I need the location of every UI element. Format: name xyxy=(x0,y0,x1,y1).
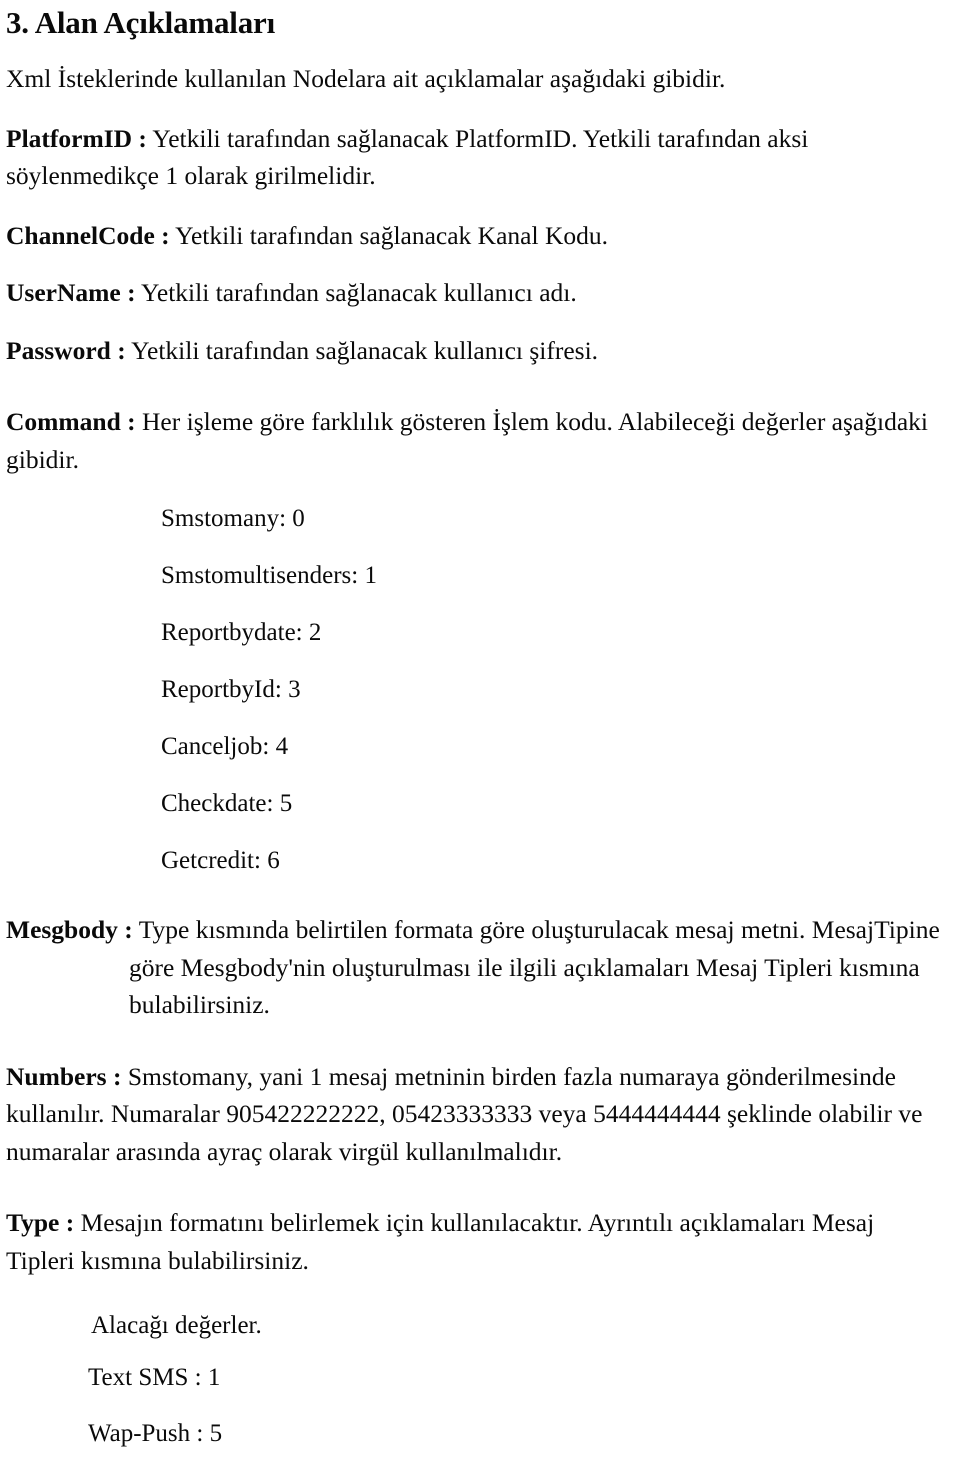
list-item: Text SMS : 1 xyxy=(6,1365,946,1421)
command-value-number: 5 xyxy=(279,790,293,818)
field-channel-code-label: ChannelCode : xyxy=(6,220,170,250)
field-numbers-label: Numbers : xyxy=(6,1061,122,1091)
type-values-intro: Alacağı değerler. xyxy=(91,1312,262,1340)
list-item: Smstomultisenders: 1 xyxy=(6,563,946,620)
field-channel-code: ChannelCode : Yetkili tarafından sağlana… xyxy=(6,217,946,255)
command-value-number: 3 xyxy=(288,676,301,704)
command-value-number: 6 xyxy=(267,847,280,875)
intro-paragraph: Xml İsteklerinde kullanılan Nodelara ait… xyxy=(6,64,726,94)
command-value-name: Reportbydate: xyxy=(161,619,303,647)
document-page: 3. Alan Açıklamaları Xml İsteklerinde ku… xyxy=(0,0,960,1446)
type-value-list: Text SMS : 1 Wap-Push : 5 xyxy=(6,1365,946,1477)
list-item: Getcredit: 6 xyxy=(6,848,946,905)
field-mesgbody-description: Type kısmında belirtilen formata göre ol… xyxy=(129,915,940,1020)
command-value-name: Checkdate: xyxy=(161,790,274,818)
list-item: Reportbydate: 2 xyxy=(6,620,946,677)
field-password-description: Yetkili tarafından sağlanacak kullanıcı … xyxy=(125,335,599,365)
command-value-name: Smstomultisenders: xyxy=(161,562,359,590)
field-user-name-description: Yetkili tarafından sağlanacak kullanıcı … xyxy=(135,278,577,308)
field-platform-id: PlatformID : Yetkili tarafından sağlanac… xyxy=(6,120,946,195)
field-password: Password : Yetkili tarafından sağlanacak… xyxy=(6,332,946,370)
field-user-name: UserName : Yetkili tarafından sağlanacak… xyxy=(6,274,946,312)
command-value-list: Smstomany: 0 Smstomultisenders: 1 Report… xyxy=(6,506,946,905)
list-item: Checkdate: 5 xyxy=(6,791,946,848)
page-title: 3. Alan Açıklamaları xyxy=(6,5,275,40)
field-channel-code-description: Yetkili tarafından sağlanacak Kanal Kodu… xyxy=(169,220,608,250)
command-value-name: Getcredit: xyxy=(161,847,261,875)
command-value-number: 0 xyxy=(292,505,305,533)
field-numbers: Numbers : Smstomany, yani 1 mesaj metnin… xyxy=(6,1058,946,1171)
list-item: Smstomany: 0 xyxy=(6,506,946,563)
field-command-label: Command : xyxy=(6,407,136,437)
field-type-label: Type : xyxy=(6,1208,75,1238)
field-platform-id-label: PlatformID : xyxy=(6,123,147,153)
field-password-label: Password : xyxy=(6,335,126,365)
command-value-number: 1 xyxy=(364,562,377,590)
field-type-description: Mesajın formatını belirlemek için kullan… xyxy=(6,1208,875,1275)
command-value-number: 2 xyxy=(308,619,322,647)
command-value-name: ReportbyId: xyxy=(161,676,282,704)
command-value-name: Canceljob: xyxy=(161,733,270,761)
command-value-number: 4 xyxy=(275,733,289,761)
field-mesgbody: Mesgbody : Type kısmında belirtilen form… xyxy=(6,911,946,1024)
list-item: Canceljob: 4 xyxy=(6,734,946,791)
field-command-description: Her işleme göre farklılık gösteren İşlem… xyxy=(6,407,928,474)
command-value-name: Smstomany: xyxy=(161,505,287,533)
type-value-name: Text SMS : xyxy=(88,1364,202,1392)
field-numbers-description: Smstomany, yani 1 mesaj metninin birden … xyxy=(6,1061,923,1166)
type-value-name: Wap-Push : xyxy=(88,1420,204,1448)
type-value-number: 1 xyxy=(207,1364,221,1392)
field-type: Type : Mesajın formatını belirlemek için… xyxy=(6,1204,946,1279)
field-mesgbody-label: Mesgbody : xyxy=(6,915,133,945)
list-item: ReportbyId: 3 xyxy=(6,677,946,734)
list-item: Wap-Push : 5 xyxy=(6,1421,946,1477)
field-command: Command : Her işleme göre farklılık göst… xyxy=(6,403,946,478)
type-value-number: 5 xyxy=(209,1420,223,1448)
field-user-name-label: UserName : xyxy=(6,278,136,308)
